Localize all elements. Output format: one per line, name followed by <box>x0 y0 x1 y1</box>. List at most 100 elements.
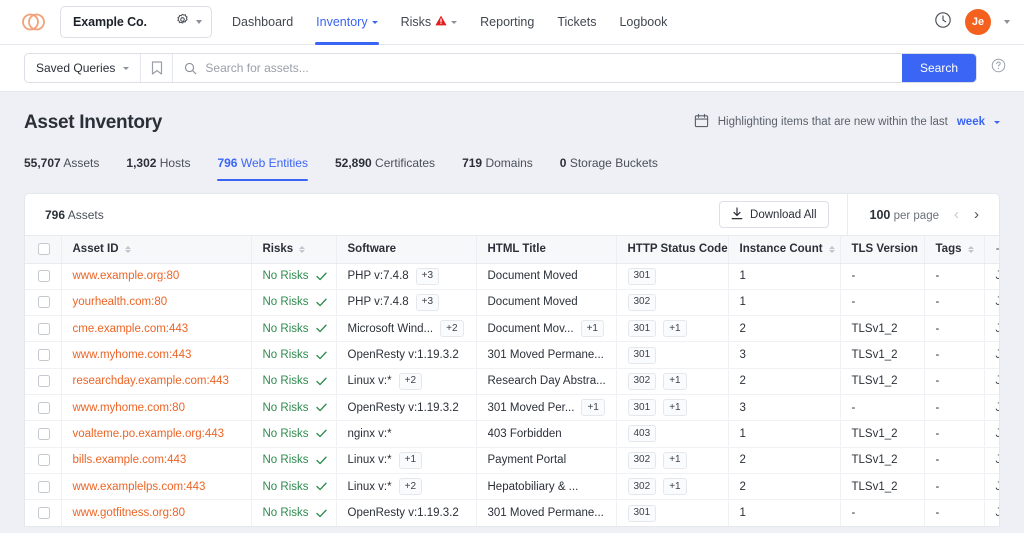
tab-assets[interactable]: 55,707 Assets <box>24 156 99 181</box>
overflow-chip[interactable]: +1 <box>663 452 686 469</box>
avatar[interactable]: Je <box>965 9 991 35</box>
sort-icon[interactable] <box>125 246 131 254</box>
overflow-chip[interactable]: +1 <box>399 452 422 469</box>
sort-icon[interactable] <box>299 246 305 254</box>
table-row[interactable]: bills.example.com:443No RisksLinux v:*+1… <box>25 447 1000 473</box>
overflow-chip[interactable]: +3 <box>416 294 439 311</box>
asset-id-link[interactable]: cme.example.com:443 <box>73 323 189 335</box>
nav-item-reporting[interactable]: Reporting <box>480 0 534 45</box>
tab-storage-buckets[interactable]: 0 Storage Buckets <box>560 156 658 181</box>
org-switcher[interactable]: Example Co. <box>60 6 212 38</box>
asset-id-link[interactable]: yourhealth.com:80 <box>73 296 168 308</box>
sort-icon[interactable] <box>968 246 974 254</box>
column-add-column[interactable]: + <box>984 236 1000 263</box>
nav-item-tickets[interactable]: Tickets <box>557 0 596 45</box>
overflow-chip[interactable]: +1 <box>581 399 604 416</box>
gear-icon[interactable] <box>176 13 189 31</box>
chevron-down-icon[interactable] <box>196 20 202 24</box>
chevron-down-icon[interactable] <box>1004 20 1010 24</box>
per-page-value[interactable]: 100 <box>870 208 891 222</box>
truncated-value: J <box>996 454 1001 466</box>
nav-item-inventory[interactable]: Inventory <box>316 0 377 45</box>
overflow-chip[interactable]: +1 <box>663 320 686 337</box>
overflow-chip[interactable]: +1 <box>663 399 686 416</box>
asset-id-link[interactable]: voalteme.po.example.org:443 <box>73 428 225 440</box>
asset-id-link[interactable]: www.example.org:80 <box>73 270 180 282</box>
brand-logo-icon[interactable] <box>18 7 48 37</box>
table-row[interactable]: cme.example.com:443No RisksMicrosoft Win… <box>25 316 1000 342</box>
help-circle-icon[interactable] <box>991 58 1006 78</box>
chevron-down-icon[interactable] <box>123 67 129 70</box>
asset-id-link[interactable]: www.gotfitness.org:80 <box>73 507 186 519</box>
table-row[interactable]: www.examplelps.com:443No RisksLinux v:*+… <box>25 473 1000 499</box>
overflow-chip[interactable]: +2 <box>399 478 422 495</box>
row-checkbox[interactable] <box>38 402 50 414</box>
overflow-chip[interactable]: +1 <box>663 373 686 390</box>
overflow-chip[interactable]: +1 <box>663 478 686 495</box>
chevron-down-icon[interactable] <box>372 21 378 24</box>
column-http-status-code[interactable]: HTTP Status Code <box>616 236 728 263</box>
history-clock-icon[interactable] <box>934 11 952 34</box>
tab-domains[interactable]: 719 Domains <box>462 156 533 181</box>
column-tags[interactable]: Tags <box>924 236 984 263</box>
nav-label-risks: Risks <box>401 15 432 29</box>
chevron-down-icon[interactable] <box>451 21 457 24</box>
select-all-checkbox[interactable] <box>38 243 50 255</box>
asset-id-link[interactable]: www.myhome.com:443 <box>73 349 192 361</box>
table-row[interactable]: yourhealth.com:80No RisksPHP v:7.4.8+3Do… <box>25 289 1000 315</box>
overflow-chip[interactable]: +1 <box>581 320 604 337</box>
column-tls-version[interactable]: TLS Version <box>840 236 924 263</box>
row-checkbox[interactable] <box>38 296 50 308</box>
overflow-chip[interactable]: +2 <box>440 320 463 337</box>
highlight-period-value[interactable]: week <box>957 116 985 128</box>
row-checkbox[interactable] <box>38 507 50 519</box>
overflow-chip[interactable]: +3 <box>416 268 439 285</box>
row-checkbox[interactable] <box>38 323 50 335</box>
row-checkbox[interactable] <box>38 375 50 387</box>
table-row[interactable]: www.myhome.com:443No RisksOpenResty v:1.… <box>25 342 1000 368</box>
table-row[interactable]: www.myhome.com:80No RisksOpenResty v:1.1… <box>25 394 1000 420</box>
tab-web-entities[interactable]: 796 Web Entities <box>217 156 308 181</box>
prev-page-button[interactable]: ‹ <box>954 207 959 222</box>
tab-count-assets: 55,707 <box>24 156 61 170</box>
column-asset-id[interactable]: Asset ID <box>61 236 251 263</box>
column-instance-count[interactable]: Instance Count <box>728 236 840 263</box>
saved-queries-dropdown[interactable]: Saved Queries <box>25 54 141 82</box>
row-checkbox[interactable] <box>38 270 50 282</box>
asset-id-link[interactable]: researchday.example.com:443 <box>73 375 229 387</box>
next-page-button[interactable]: › <box>974 207 979 222</box>
tls-version-cell: TLSv1_2 <box>840 421 924 447</box>
nav-item-risks[interactable]: Risks <box>401 0 458 45</box>
asset-id-cell: www.examplelps.com:443 <box>61 473 251 499</box>
row-checkbox[interactable] <box>38 349 50 361</box>
table-row[interactable]: researchday.example.com:443No RisksLinux… <box>25 368 1000 394</box>
risks-cell: No Risks <box>251 342 336 368</box>
row-checkbox[interactable] <box>38 454 50 466</box>
http-status-cell: 302+1 <box>616 473 728 499</box>
tab-certificates[interactable]: 52,890 Certificates <box>335 156 435 181</box>
overflow-chip[interactable]: +2 <box>399 373 422 390</box>
row-checkbox[interactable] <box>38 428 50 440</box>
asset-id-link[interactable]: www.examplelps.com:443 <box>73 481 206 493</box>
tab-hosts[interactable]: 1,302 Hosts <box>126 156 190 181</box>
bookmark-button[interactable] <box>141 54 173 82</box>
asset-id-link[interactable]: www.myhome.com:80 <box>73 402 185 414</box>
column-risks[interactable]: Risks <box>251 236 336 263</box>
row-checkbox[interactable] <box>38 481 50 493</box>
asset-id-link[interactable]: bills.example.com:443 <box>73 454 187 466</box>
column-software[interactable]: Software <box>336 236 476 263</box>
search-input[interactable] <box>205 61 891 75</box>
column-html-title[interactable]: HTML Title <box>476 236 616 263</box>
search-button[interactable]: Search <box>902 54 976 82</box>
sort-icon[interactable] <box>829 246 835 254</box>
chevron-down-icon[interactable] <box>994 121 1000 124</box>
check-icon <box>316 272 327 281</box>
truncated-value: J <box>996 296 1001 308</box>
table-row[interactable]: www.gotfitness.org:80No RisksOpenResty v… <box>25 500 1000 526</box>
nav-item-dashboard[interactable]: Dashboard <box>232 0 293 45</box>
download-all-button[interactable]: Download All <box>719 201 828 228</box>
add-column-icon[interactable]: + <box>996 241 1001 258</box>
table-row[interactable]: www.example.org:80No RisksPHP v:7.4.8+3D… <box>25 263 1000 289</box>
table-row[interactable]: voalteme.po.example.org:443No Risksnginx… <box>25 421 1000 447</box>
nav-item-logbook[interactable]: Logbook <box>619 0 667 45</box>
